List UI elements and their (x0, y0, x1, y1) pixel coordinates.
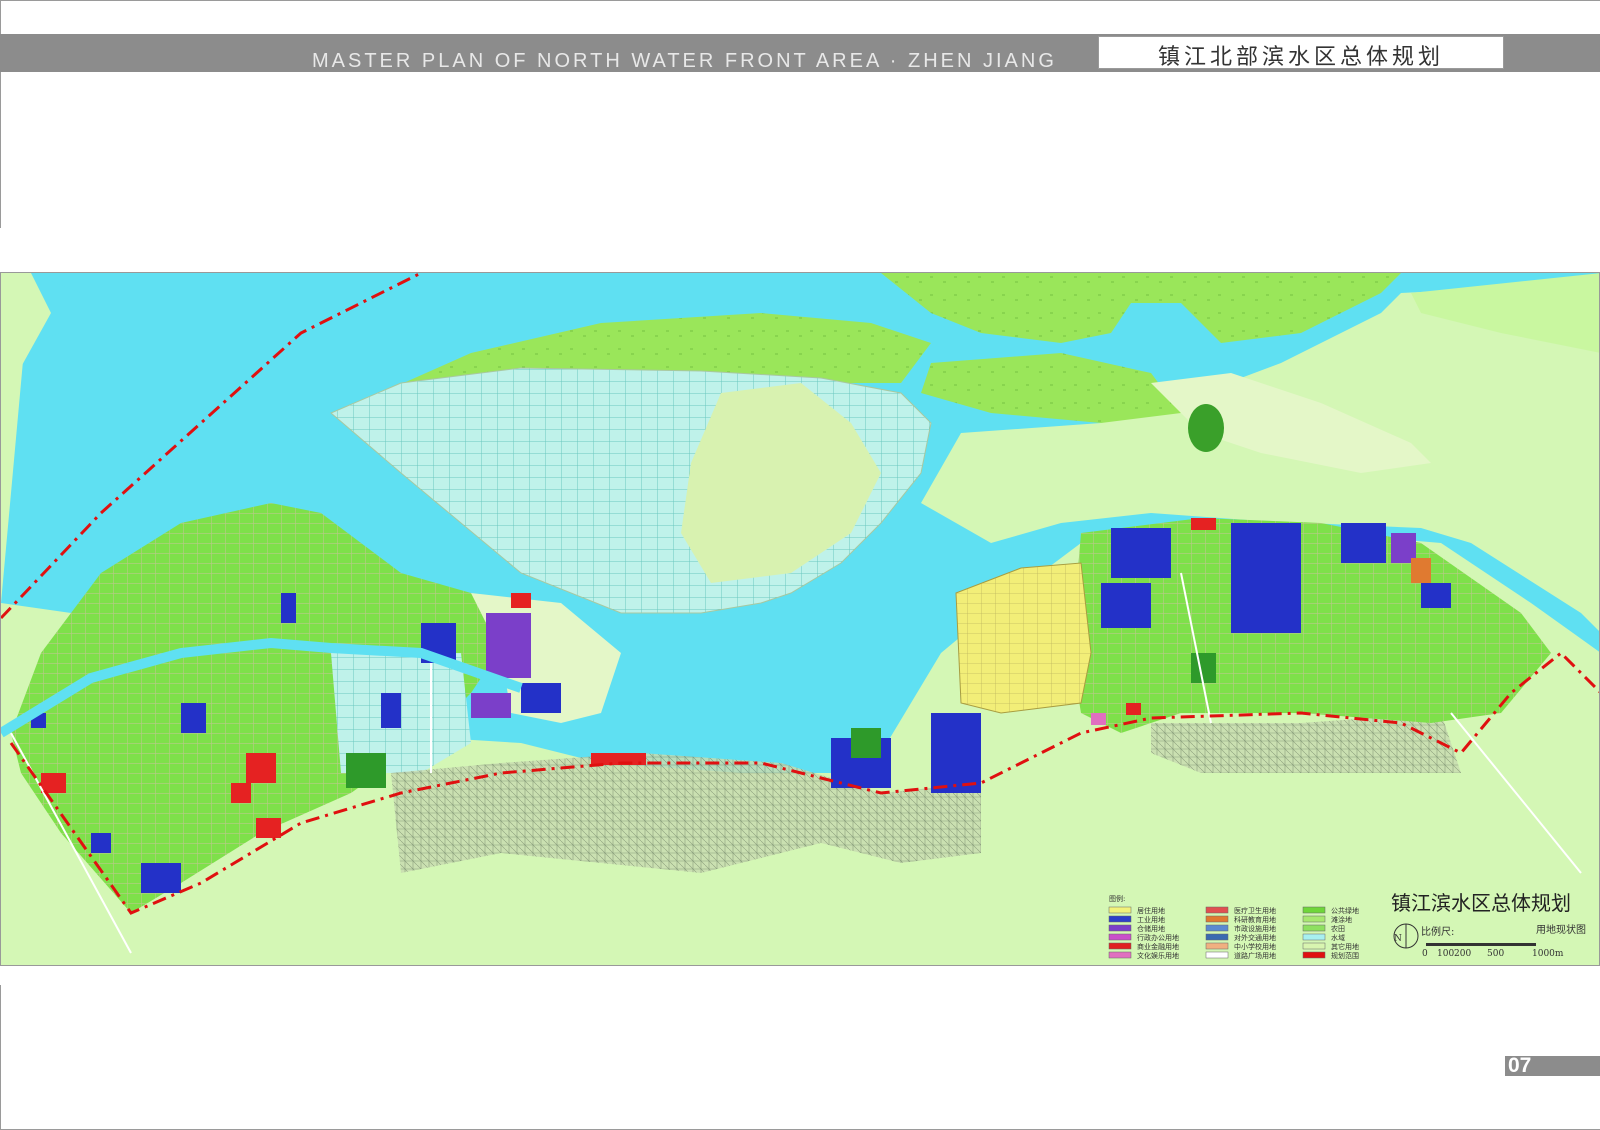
legend-title: 图例: (1109, 894, 1125, 903)
legend-label: 仓储用地 (1137, 924, 1165, 933)
legend-swatch (1205, 906, 1229, 914)
legend-swatch (1108, 924, 1132, 932)
scale-ticks: 0 100 200 500 1000m (1422, 949, 1564, 959)
legend-label: 医疗卫生用地 (1234, 906, 1276, 915)
legend-swatch (1205, 951, 1229, 959)
legend-label: 对外交通用地 (1234, 933, 1276, 942)
legend-label: 道路广场用地 (1234, 951, 1276, 960)
residential-yellow (955, 562, 1092, 714)
header-title-en: MASTER PLAN OF NORTH WATER FRONT AREA · … (312, 50, 1057, 72)
scale-tick-label: 100 (1437, 949, 1454, 959)
legend-label: 市政设施用地 (1234, 924, 1276, 933)
legend-swatch (1302, 933, 1326, 941)
legend-label: 工业用地 (1137, 915, 1165, 924)
legend-label: 其它用地 (1331, 942, 1359, 951)
legend-swatch (1108, 933, 1132, 941)
legend-swatch (1302, 942, 1326, 950)
legend-swatch (1108, 915, 1132, 923)
scale-bar (1426, 943, 1536, 946)
left-border-lower (0, 985, 1, 1130)
header-title-cn: 镇江北部滨水区总体规划 (1157, 45, 1444, 70)
legend-swatch (1302, 906, 1326, 914)
legend-label: 中小学校用地 (1234, 942, 1276, 951)
legend-swatch (1205, 915, 1229, 923)
scale-label: 比例尺: (1421, 925, 1454, 938)
legend-label: 农田 (1331, 924, 1345, 933)
legend-swatch (1108, 951, 1132, 959)
page-number: 07 (1508, 1054, 1532, 1077)
header-title-box: 镇江北部滨水区总体规划 (1098, 36, 1504, 70)
top-border (0, 0, 1600, 1)
scale-tick-label: 500 (1487, 949, 1504, 959)
orange-blocks (1411, 558, 1431, 583)
legend-label: 行政办公用地 (1137, 933, 1179, 942)
legend-swatch (1108, 906, 1132, 914)
legend-label: 文化娱乐用地 (1137, 951, 1179, 960)
legend-swatch (1302, 924, 1326, 932)
land-use-map: 图例: 居住用地 工业用地 仓储用地 行政办公用地 商业金融用地 文化娱乐用地 医疗卫生用地… (0, 272, 1600, 966)
east-hill-park (1188, 404, 1224, 452)
legend-swatch (1302, 915, 1326, 923)
legend-label: 科研教育用地 (1234, 915, 1276, 924)
map-title: 镇江滨水区总体规划 (1391, 891, 1571, 915)
scale-tick-label: 200 (1454, 949, 1471, 959)
legend-label: 滩涂地 (1331, 915, 1352, 924)
map-canvas: 图例: 居住用地工业用地仓储用地行政办公用地商业金融用地文化娱乐用地 医疗卫生用地… (1, 273, 1599, 965)
legend-swatch (1302, 951, 1326, 959)
legend-label: 商业金融用地 (1137, 942, 1179, 951)
legend-swatch (1205, 942, 1229, 950)
map-subtitle: 用地现状图 (1536, 923, 1586, 936)
legend-swatch (1108, 942, 1132, 950)
legend-label: 居住用地 (1137, 906, 1165, 915)
legend-label: 水域 (1331, 933, 1345, 942)
scale-tick-label: 0 (1422, 949, 1428, 959)
scale-tick-label: 1000m (1532, 949, 1564, 959)
legend-swatch (1205, 924, 1229, 932)
legend-label: 规划范围 (1331, 951, 1359, 960)
north-label: N (1394, 934, 1402, 944)
legend-swatch (1205, 933, 1229, 941)
legend-label: 公共绿地 (1331, 906, 1359, 915)
